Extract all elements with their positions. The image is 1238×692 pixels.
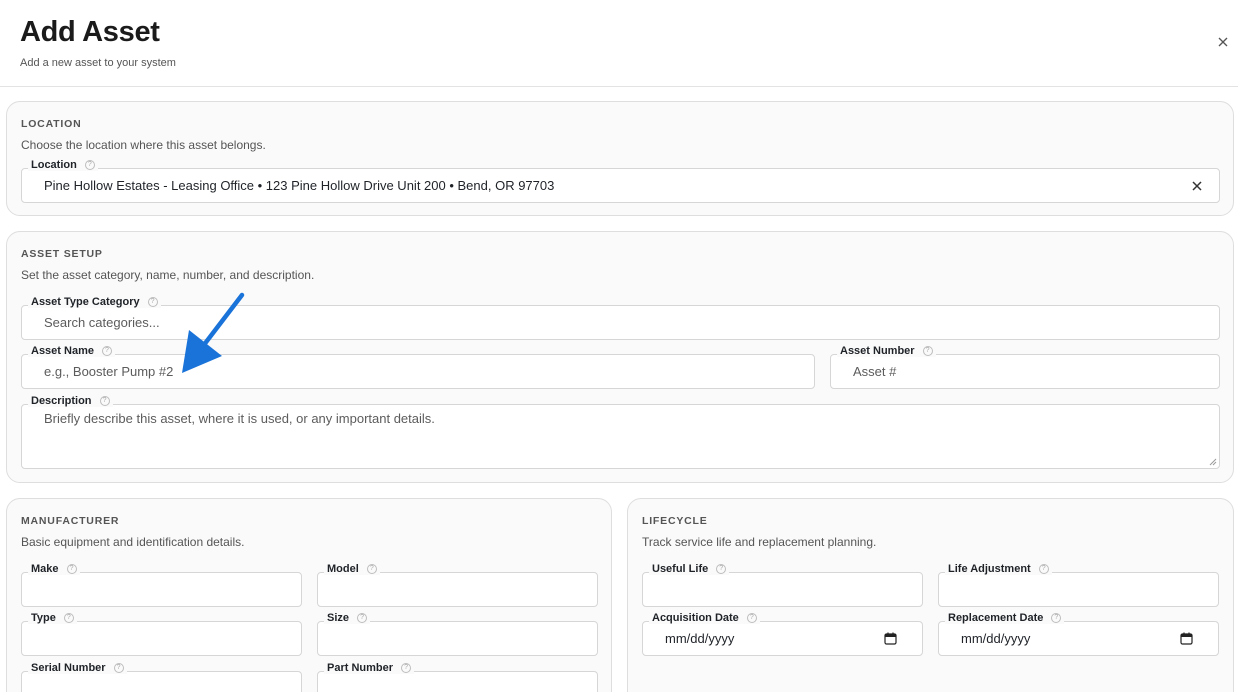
make-label: Make? [28, 563, 80, 575]
modal-subtitle: Add a new asset to your system [20, 57, 176, 69]
manufacturer-section-description: Basic equipment and identification detai… [21, 535, 245, 549]
life-adjustment-label: Life Adjustment? [945, 563, 1052, 575]
manufacturer-section-title: MANUFACTURER [21, 515, 120, 527]
location-section: LOCATION Choose the location where this … [6, 101, 1234, 216]
replacement-date-value: mm/dd/yyyy [961, 631, 1031, 646]
replacement-date-input[interactable]: Replacement Date? mm/dd/yyyy [938, 612, 1219, 656]
useful-life-input[interactable]: Useful Life? [642, 563, 923, 607]
help-icon[interactable]: ? [66, 564, 77, 574]
model-input[interactable]: Model? [317, 563, 598, 607]
description-textarea[interactable]: Description? Briefly describe this asset… [21, 395, 1220, 469]
acquisition-date-input[interactable]: Acquisition Date? mm/dd/yyyy [642, 612, 923, 656]
clear-icon[interactable] [1191, 180, 1203, 192]
asset-type-category-placeholder: Search categories... [44, 315, 160, 330]
asset-setup-section-description: Set the asset category, name, number, an… [21, 268, 315, 282]
help-icon[interactable]: ? [147, 297, 158, 307]
help-icon[interactable]: ? [357, 613, 368, 623]
size-label: Size? [324, 612, 371, 624]
life-adjustment-input[interactable]: Life Adjustment? [938, 563, 1219, 607]
acquisition-date-value: mm/dd/yyyy [665, 631, 735, 646]
annotation-arrow-icon [182, 292, 245, 373]
help-icon[interactable]: ? [922, 346, 933, 356]
part-number-label: Part Number? [324, 662, 415, 674]
close-icon[interactable] [1214, 33, 1232, 51]
location-value: Pine Hollow Estates - Leasing Office • 1… [44, 178, 555, 193]
asset-type-category-label: Asset Type Category? [28, 296, 161, 308]
calendar-icon[interactable] [1180, 632, 1193, 645]
help-icon[interactable]: ? [366, 564, 377, 574]
help-icon[interactable]: ? [746, 613, 757, 623]
help-icon[interactable]: ? [716, 564, 727, 574]
lifecycle-section-title: LIFECYCLE [642, 515, 708, 527]
help-icon[interactable]: ? [99, 396, 110, 406]
manufacturer-section: MANUFACTURER Basic equipment and identif… [6, 498, 612, 692]
location-section-description: Choose the location where this asset bel… [21, 138, 266, 152]
asset-number-placeholder: Asset # [853, 364, 897, 379]
help-icon[interactable]: ? [401, 663, 412, 673]
asset-name-label: Asset Name? [28, 345, 115, 357]
asset-number-label: Asset Number? [837, 345, 936, 357]
help-icon[interactable]: ? [101, 346, 112, 356]
replacement-date-label: Replacement Date? [945, 612, 1065, 624]
description-label: Description? [28, 395, 113, 407]
make-input[interactable]: Make? [21, 563, 302, 607]
calendar-icon[interactable] [884, 632, 897, 645]
model-label: Model? [324, 563, 380, 575]
asset-number-input[interactable]: Asset Number? Asset # [830, 345, 1220, 389]
description-placeholder: Briefly describe this asset, where it is… [44, 411, 435, 426]
asset-name-input[interactable]: Asset Name? e.g., Booster Pump #2 [21, 345, 815, 389]
type-label: Type? [28, 612, 77, 624]
modal-title: Add Asset [20, 16, 160, 48]
asset-setup-section-title: ASSET SETUP [21, 248, 103, 260]
help-icon[interactable]: ? [84, 160, 95, 170]
lifecycle-section-description: Track service life and replacement plann… [642, 535, 877, 549]
type-input[interactable]: Type? [21, 612, 302, 656]
part-number-input[interactable]: Part Number? [317, 662, 598, 692]
help-icon[interactable]: ? [1051, 613, 1062, 623]
serial-number-input[interactable]: Serial Number? [21, 662, 302, 692]
help-icon[interactable]: ? [113, 663, 124, 673]
resize-handle-icon[interactable] [1209, 458, 1217, 466]
useful-life-label: Useful Life? [649, 563, 730, 575]
lifecycle-section: LIFECYCLE Track service life and replace… [627, 498, 1234, 692]
acquisition-date-label: Acquisition Date? [649, 612, 760, 624]
serial-number-label: Serial Number? [28, 662, 127, 674]
size-input[interactable]: Size? [317, 612, 598, 656]
location-label: Location? [28, 159, 98, 171]
asset-name-placeholder: e.g., Booster Pump #2 [44, 364, 174, 379]
help-icon[interactable]: ? [1038, 564, 1049, 574]
modal-header: Add Asset Add a new asset to your system [0, 0, 1238, 87]
help-icon[interactable]: ? [63, 613, 74, 623]
location-select[interactable]: Location? Pine Hollow Estates - Leasing … [21, 159, 1220, 203]
location-section-title: LOCATION [21, 118, 82, 130]
